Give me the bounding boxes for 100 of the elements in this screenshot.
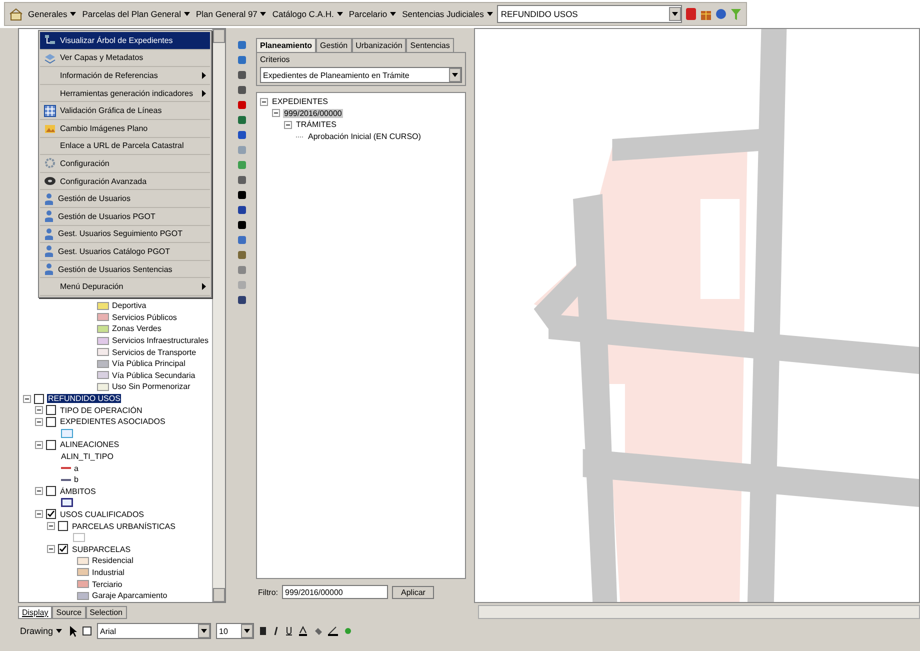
panel-tab[interactable]: Gestión (316, 38, 352, 52)
layer-checkbox[interactable] (46, 440, 56, 450)
line-color-icon[interactable] (328, 626, 338, 636)
bold-icon[interactable] (259, 626, 268, 636)
menu-item[interactable]: Información de Referencias (40, 67, 210, 85)
menu-item[interactable]: Gest. Usuarios Catálogo PGOT (40, 243, 210, 261)
layer-combo[interactable]: REFUNDIDO USOS (496, 5, 682, 23)
layer-name[interactable]: PARCELAS URBANÍSTICAS (71, 522, 176, 531)
menu-item[interactable]: Cambio Imágenes Plano (40, 120, 210, 138)
menu-item[interactable]: Menú Depuración (40, 278, 210, 296)
polygon-symbol-icon (61, 428, 73, 438)
legend-label: Zonas Verdes (112, 324, 162, 334)
legend-label: Servicios Infraestructurales (112, 336, 208, 346)
filter-label: Filtro: (258, 588, 278, 596)
font-color-icon[interactable] (298, 626, 308, 636)
caret-icon (70, 12, 76, 16)
grid-icon (44, 104, 56, 117)
legend-label: Industrial (92, 568, 124, 577)
toolbar-menu[interactable]: Parcelario (346, 9, 398, 19)
collapse-icon[interactable] (272, 109, 280, 118)
user-icon (44, 263, 54, 276)
collapse-icon[interactable] (47, 522, 55, 530)
pointer-icon[interactable] (69, 625, 78, 637)
layer-name[interactable]: EXPEDIENTES ASOCIADOS (59, 417, 166, 426)
apply-button[interactable]: Aplicar (392, 586, 434, 598)
legend-label: a (74, 464, 78, 473)
italic-icon[interactable] (272, 626, 280, 636)
panel-tab[interactable]: Planeamiento (256, 38, 316, 52)
underline-icon[interactable] (285, 626, 294, 636)
caret-icon (336, 12, 343, 16)
menu-item[interactable]: Gestión de Usuarios (40, 190, 210, 208)
caret-icon (260, 12, 266, 16)
caret-icon (56, 629, 62, 633)
collapse-icon[interactable] (35, 510, 43, 518)
toolbar-menu[interactable]: Sentencias Judiciales (400, 9, 494, 19)
toc-tab[interactable]: Selection (86, 606, 127, 618)
collapse-icon[interactable] (284, 120, 292, 129)
toc-tab[interactable]: Display (18, 606, 52, 618)
toolbar-menu[interactable]: Catálogo C.A.H. (270, 9, 344, 19)
layer-checkbox[interactable] (58, 521, 68, 532)
layer-checkbox[interactable] (46, 509, 56, 520)
layer-name[interactable]: ÁMBITOS (59, 486, 97, 496)
collapse-icon[interactable] (35, 440, 43, 449)
layers-icon (44, 52, 56, 64)
fill-color-icon[interactable] (313, 626, 324, 636)
tree-item[interactable]: 999/2016/00000 (283, 108, 343, 118)
user-icon (44, 192, 54, 205)
toc-tab[interactable]: Source (52, 606, 86, 618)
collapse-icon[interactable] (47, 545, 55, 554)
layer-checkbox[interactable] (46, 486, 56, 496)
scrollbar[interactable] (212, 29, 225, 602)
layer-checkbox[interactable] (46, 405, 56, 416)
menu-item[interactable]: Ver Capas y Metadatos (40, 50, 210, 68)
tree-item[interactable]: EXPEDIENTES (271, 97, 330, 106)
polygon-symbol-icon (73, 533, 85, 542)
menu-item[interactable]: Visualizar Árbol de Expedientes (40, 32, 210, 50)
tree-item[interactable]: Aprobación Inicial (EN CURSO) (307, 132, 422, 142)
rectangle-icon[interactable] (82, 626, 92, 636)
legend-label: Terciario (92, 580, 122, 589)
marker-color-icon[interactable] (343, 626, 354, 636)
collapse-icon[interactable] (35, 406, 43, 414)
menu-item[interactable]: Configuración Avanzada (40, 172, 210, 190)
tree-item[interactable]: TRÁMITES (295, 120, 338, 130)
scrollbar[interactable] (478, 605, 920, 619)
layer-checkbox[interactable] (58, 544, 68, 554)
toolbar-menu[interactable]: Plan General 97 (194, 9, 268, 19)
panel-tab[interactable]: Sentencias (406, 38, 454, 52)
layer-name[interactable]: REFUNDIDO USOS (47, 394, 122, 404)
layer-checkbox[interactable] (34, 394, 44, 404)
menu-item[interactable]: Herramientas generación indicadores (40, 84, 210, 102)
layer-name[interactable]: SUBPARCELAS (71, 544, 132, 554)
filter-field[interactable]: 999/2016/00000 (282, 585, 388, 599)
menu-item[interactable]: Configuración (40, 155, 210, 173)
menu-item[interactable]: Enlace a URL de Parcela Catastral (40, 138, 210, 156)
legend-label: Servicios Públicos (112, 312, 177, 322)
user-icon (44, 210, 54, 222)
criteria-dropdown[interactable]: Expedientes de Planeamiento en Trámite (260, 67, 462, 83)
layer-name[interactable]: TIPO DE OPERACIÓN (59, 406, 144, 415)
legend-label: Vía Pública Principal (112, 359, 186, 368)
layer-name[interactable]: USOS CUALIFICADOS (59, 510, 146, 519)
menu-item[interactable]: Gest. Usuarios Seguimiento PGOT (40, 226, 210, 244)
collapse-icon[interactable] (23, 394, 31, 403)
font-combo[interactable]: Arial (97, 623, 212, 639)
toolbar-menu[interactable]: Generales (26, 9, 78, 19)
toolbar-menu[interactable]: Parcelas del Plan General (80, 9, 191, 19)
home-icon[interactable] (9, 7, 23, 21)
polygon-symbol-icon (61, 498, 73, 508)
collapse-icon[interactable] (35, 418, 43, 426)
menu-item[interactable]: Gestión de Usuarios Sentencias (40, 260, 210, 278)
panel-tab[interactable]: Urbanización (352, 38, 406, 52)
menu-item[interactable]: Validación Gráfica de Líneas (40, 102, 210, 120)
menu-item[interactable]: Gestión de Usuarios PGOT (40, 208, 210, 226)
legend-label: Deportiva (112, 301, 146, 310)
layer-name[interactable]: ALINEACIONES (59, 440, 120, 450)
drawing-menu[interactable]: Drawing (18, 626, 64, 636)
layer-checkbox[interactable] (46, 416, 56, 427)
font-size-combo[interactable]: 10 (216, 623, 254, 639)
collapse-icon[interactable] (35, 487, 43, 496)
group-label: Criterios (260, 55, 291, 64)
collapse-icon[interactable] (260, 98, 268, 106)
